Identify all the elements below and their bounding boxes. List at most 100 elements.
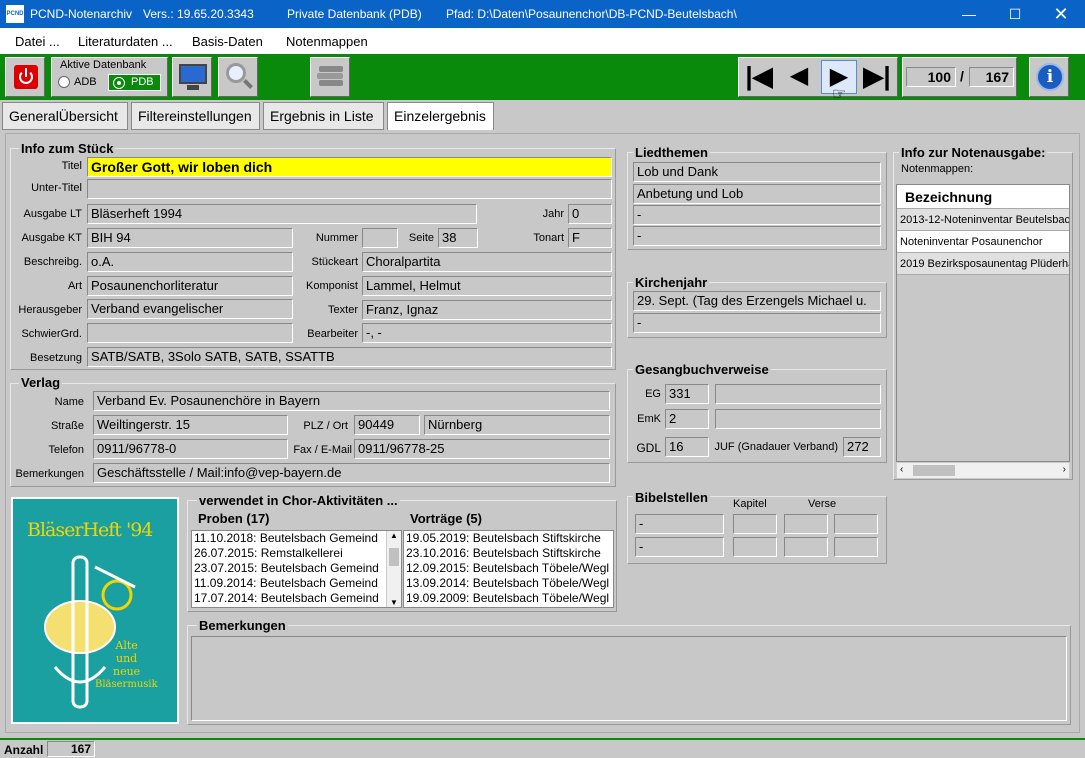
menu-literaturdaten[interactable]: Literaturdaten ...	[78, 34, 173, 49]
untertitel-field[interactable]	[87, 179, 612, 199]
tab-ergebnis-liste[interactable]: Ergebnis in Liste	[263, 102, 384, 130]
scroll-up-icon[interactable]: ▲	[390, 531, 398, 540]
info-button[interactable]: i	[1029, 57, 1069, 97]
label-juf: JUF (Gnadauer Verband)	[714, 441, 838, 453]
notenmappe-item[interactable]: 2019 Bezirksposaunentag Plüderhausen	[897, 253, 1069, 275]
kirchenjahr-field[interactable]: 29. Sept. (Tag des Erzengels Michael u.	[633, 291, 881, 311]
notenmappe-item[interactable]: 2013-12-Noteninventar Beutelsbach	[897, 209, 1069, 231]
first-record-icon[interactable]: |◀	[741, 60, 777, 94]
jahr-field[interactable]: 0	[568, 204, 612, 224]
bibel-vers-bis-field[interactable]	[834, 537, 878, 557]
menu-basis-daten[interactable]: Basis-Daten	[192, 34, 263, 49]
juf-field[interactable]: 272	[843, 437, 881, 457]
komponist-field[interactable]: Lammel, Helmut	[362, 276, 612, 296]
proben-item[interactable]: 26.07.2015: Remstalkellerei	[192, 546, 401, 561]
scroll-left-icon[interactable]: ‹	[900, 464, 903, 475]
monitor-button[interactable]	[172, 57, 212, 97]
bibel-kapitel-field[interactable]	[733, 514, 777, 534]
seite-field[interactable]: 38	[438, 228, 478, 248]
tab-filtereinstellungen[interactable]: Filtereinstellungen	[131, 102, 260, 130]
herausgeber-field[interactable]: Verband evangelischer	[87, 299, 293, 319]
notenmappen-hscrollbar[interactable]: ‹ ›	[896, 462, 1070, 479]
bibel-buch-field[interactable]: -	[635, 537, 724, 557]
liedthema-field[interactable]: Lob und Dank	[633, 162, 881, 182]
adb-radio[interactable]	[58, 76, 70, 88]
bezeichnung-header[interactable]: Bezeichnung	[897, 185, 1069, 209]
beschreibg-field[interactable]: o.A.	[87, 252, 293, 272]
verlag-bemerkungen-field[interactable]: Geschäftsstelle / Mail:info@vep-bayern.d…	[93, 463, 610, 483]
plz-field[interactable]: 90449	[354, 415, 420, 435]
telefon-field[interactable]: 0911/96778-0	[93, 439, 288, 459]
stueckart-field[interactable]: Choralpartita	[362, 252, 612, 272]
prev-record-icon[interactable]: ◀	[781, 60, 817, 94]
besetzung-field[interactable]: SATB/SATB, 3Solo SATB, SATB, SSATTB	[87, 347, 612, 367]
gdl-field[interactable]: 16	[665, 437, 709, 457]
ort-field[interactable]: Nürnberg	[424, 415, 610, 435]
emk-field[interactable]: 2	[665, 409, 709, 429]
liedthema-field[interactable]: -	[633, 226, 881, 246]
nummer-field[interactable]	[362, 228, 398, 248]
bearbeiter-field[interactable]: -, -	[362, 323, 612, 343]
bibel-vers-bis-field[interactable]	[834, 514, 878, 534]
liedthema-field[interactable]: -	[633, 205, 881, 225]
tab-einzelergebnis[interactable]: Einzelergebnis	[387, 102, 494, 130]
bemerkungen-title: Bemerkungen	[197, 618, 288, 633]
app-version: Vers.: 19.65.20.3343	[143, 7, 254, 21]
power-button[interactable]	[5, 57, 45, 97]
search-button[interactable]	[218, 57, 258, 97]
strasse-field[interactable]: Weiltingerstr. 15	[93, 415, 288, 435]
vortraege-item[interactable]: 19.05.2019: Beutelsbach Stiftskirche	[404, 531, 613, 546]
tonart-field[interactable]: F	[568, 228, 612, 248]
minimize-icon[interactable]: —	[946, 0, 992, 28]
hand-cursor-icon: ☞	[832, 86, 847, 103]
proben-item[interactable]: 17.07.2014: Beutelsbach Gemeind	[192, 591, 401, 606]
label-nummer: Nummer	[315, 232, 358, 244]
verlag-name-field[interactable]: Verband Ev. Posaunenchöre in Bayern	[93, 391, 610, 411]
tab-bar: GeneralÜbersicht Filtereinstellungen Erg…	[0, 100, 1085, 132]
liedthema-field[interactable]: Anbetung und Lob	[633, 184, 881, 204]
label-kapitel: Kapitel	[733, 498, 767, 510]
books-button[interactable]	[310, 57, 350, 97]
notenmappen-list[interactable]: Bezeichnung 2013-12-Noteninventar Beutel…	[896, 184, 1070, 462]
bibel-kapitel-field[interactable]	[733, 537, 777, 557]
app-title: PCND-Notenarchiv	[30, 7, 133, 21]
menu-datei[interactable]: Datei ...	[15, 34, 60, 49]
vortraege-item[interactable]: 23.10.2016: Beutelsbach Stiftskirche	[404, 546, 613, 561]
tab-general-uebersicht[interactable]: GeneralÜbersicht	[2, 102, 128, 130]
kirchenjahr-field[interactable]: -	[633, 313, 881, 333]
eg-extra-field[interactable]	[715, 384, 881, 404]
ausgabe-kt-field[interactable]: BIH 94	[87, 228, 293, 248]
texter-field[interactable]: Franz, Ignaz	[362, 300, 612, 320]
notenausgabe-title: Info zur Notenausgabe:	[899, 145, 1048, 160]
emk-extra-field[interactable]	[715, 409, 881, 429]
bibel-buch-field[interactable]: -	[635, 514, 724, 534]
proben-scrollbar[interactable]: ▲ ▼	[386, 531, 401, 607]
vortraege-item[interactable]: 13.09.2014: Beutelsbach Töbele/Wegl	[404, 576, 613, 591]
fax-field[interactable]: 0911/96778-25	[354, 439, 610, 459]
bibel-vers-von-field[interactable]	[784, 537, 828, 557]
label-plz-ort: PLZ / Ort	[303, 420, 348, 432]
proben-list[interactable]: 11.10.2018: Beutelsbach Gemeind 26.07.20…	[191, 530, 402, 608]
eg-field[interactable]: 331	[665, 384, 709, 404]
menu-notenmappen[interactable]: Notenmappen	[286, 34, 368, 49]
maximize-icon[interactable]: ☐	[992, 0, 1038, 28]
art-field[interactable]: Posaunenchorliteratur	[87, 276, 293, 296]
titel-field[interactable]: Großer Gott, wir loben dich	[87, 157, 612, 177]
last-record-icon[interactable]: ▶|	[859, 60, 895, 94]
scroll-right-icon[interactable]: ›	[1063, 464, 1066, 475]
bibel-vers-von-field[interactable]	[784, 514, 828, 534]
close-icon[interactable]: ✕	[1038, 0, 1084, 28]
bemerkungen-field[interactable]	[191, 636, 1067, 721]
schwiergrd-field[interactable]	[87, 323, 293, 343]
notenmappe-item[interactable]: Noteninventar Posaunenchor	[897, 231, 1069, 253]
vortraege-item[interactable]: 19.09.2009: Beutelsbach Töbele/Wegl	[404, 591, 613, 606]
pdb-option[interactable]: PDB	[108, 74, 161, 91]
vortraege-item[interactable]: 12.09.2015: Beutelsbach Töbele/Wegl	[404, 561, 613, 576]
proben-item[interactable]: 11.09.2014: Beutelsbach Gemeind	[192, 576, 401, 591]
ausgabe-lt-field[interactable]: Bläserheft 1994	[87, 204, 477, 224]
vortraege-list[interactable]: 19.05.2019: Beutelsbach Stiftskirche 23.…	[403, 530, 614, 608]
proben-item[interactable]: 11.10.2018: Beutelsbach Gemeind	[192, 531, 401, 546]
proben-item[interactable]: 23.07.2015: Beutelsbach Gemeind	[192, 561, 401, 576]
status-label: Anzahl	[4, 743, 44, 757]
scroll-down-icon[interactable]: ▼	[390, 598, 398, 607]
